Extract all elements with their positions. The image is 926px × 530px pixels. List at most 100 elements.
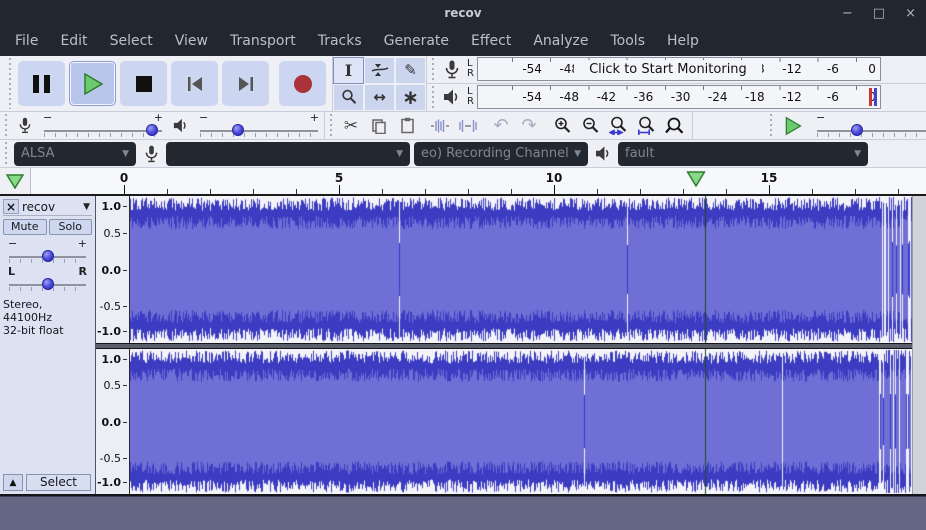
menu-item-select[interactable]: Select: [99, 29, 164, 53]
ruler-tick: [210, 189, 211, 194]
slider-min-label: −: [199, 113, 208, 123]
menu-item-file[interactable]: File: [4, 29, 49, 53]
playback-meter-scale: -54-48-42-36-30-24-18-12-60: [508, 90, 876, 104]
ruler-tick: [812, 189, 813, 194]
track-menu-arrow-icon[interactable]: ▼: [83, 202, 92, 212]
zoom-in-button[interactable]: [548, 114, 576, 138]
zoom-toggle-icon: [665, 117, 684, 135]
slider-thumb[interactable]: [146, 124, 158, 136]
fit-selection-button[interactable]: [604, 114, 632, 138]
meter-tick-label: -48: [545, 90, 579, 104]
timeline-ruler[interactable]: 051015: [31, 168, 926, 194]
transport-toolbar: [0, 56, 333, 111]
playback-volume-slider[interactable]: [198, 123, 320, 138]
toolbar-grip[interactable]: [2, 142, 10, 165]
scale-label: 1.0: [102, 200, 128, 213]
pan-slider[interactable]: [7, 277, 88, 292]
silence-audio-button[interactable]: [454, 114, 482, 138]
meter-tick-label: 0: [842, 62, 876, 76]
menu-item-tracks[interactable]: Tracks: [307, 29, 373, 53]
menu-item-tools[interactable]: Tools: [600, 29, 657, 53]
redo-button[interactable]: ↷: [515, 114, 543, 138]
draw-tool-icon: ✎: [404, 61, 417, 79]
fit-selection-icon: [609, 116, 627, 135]
meter-toolbars: LR -54-48-42-36-30-24-18-12-60 Click to …: [427, 56, 926, 111]
microphone-icon: [12, 117, 38, 134]
toolbar-grip[interactable]: [767, 114, 775, 137]
menu-item-view[interactable]: View: [164, 29, 219, 53]
playback-device-dropdown[interactable]: fault▼: [618, 142, 868, 166]
device-toolbar: ALSA▼ ▼ eo) Recording Channels▼ fault▼: [0, 140, 926, 167]
scale-label: -1.0: [97, 476, 127, 489]
toolbar-grip[interactable]: [2, 114, 10, 137]
toolbar-grip[interactable]: [429, 86, 437, 109]
select-button[interactable]: Select: [26, 474, 91, 491]
collapse-track-button[interactable]: ▲: [3, 474, 23, 491]
timeshift-tool-icon: ↔: [373, 88, 386, 106]
envelope-tool-button[interactable]: [364, 57, 395, 84]
monitoring-overlay-text[interactable]: Click to Start Monitoring: [574, 60, 762, 79]
menu-item-transport[interactable]: Transport: [219, 29, 307, 53]
selection-tool-button[interactable]: I: [333, 57, 364, 84]
minimize-button[interactable]: −: [842, 7, 853, 20]
playback-meter[interactable]: -54-48-42-36-30-24-18-12-60: [477, 85, 881, 109]
skip-to-end-button[interactable]: [222, 61, 269, 106]
menu-item-generate[interactable]: Generate: [373, 29, 460, 53]
zoom-tool-button[interactable]: [333, 84, 364, 111]
slider-max-label: +: [154, 113, 163, 123]
status-bar: [0, 496, 926, 530]
skip-to-start-button[interactable]: [171, 61, 218, 106]
play-button[interactable]: [69, 61, 116, 106]
mute-button[interactable]: Mute: [3, 219, 47, 235]
close-button[interactable]: ×: [905, 7, 916, 20]
zoom-toggle-button[interactable]: [660, 114, 688, 138]
track-name[interactable]: recov: [22, 200, 83, 214]
cut-button[interactable]: ✂: [337, 114, 365, 138]
pause-button[interactable]: [18, 61, 65, 106]
maximize-button[interactable]: □: [873, 7, 885, 20]
slider-thumb[interactable]: [42, 250, 54, 262]
scissors-icon: ✂: [344, 116, 358, 136]
timeshift-tool-button[interactable]: ↔: [364, 84, 395, 111]
scale-label: 0.5: [104, 227, 128, 240]
track-close-button[interactable]: ×: [3, 199, 19, 214]
play-at-speed-toolbar: −+: [693, 112, 926, 139]
play-at-speed-button[interactable]: [777, 114, 809, 138]
recording-volume-slider[interactable]: [42, 123, 164, 138]
meter-tick-label: -24: [694, 90, 728, 104]
playhead-marker-icon[interactable]: [686, 171, 705, 187]
pinned-playhead-button[interactable]: [0, 168, 31, 194]
zoom-out-button[interactable]: [576, 114, 604, 138]
toolbar-grip[interactable]: [327, 114, 335, 137]
vertical-scale-right[interactable]: 1.00.50.0-0.5-1.0: [96, 349, 130, 494]
waveform-right[interactable]: [130, 349, 912, 494]
menu-item-help[interactable]: Help: [656, 29, 710, 53]
slider-max-label: +: [310, 113, 319, 123]
stop-button[interactable]: [120, 61, 167, 106]
multi-tool-button[interactable]: ∗: [395, 84, 426, 111]
vertical-scrollbar[interactable]: [912, 196, 926, 494]
menu-item-analyze[interactable]: Analyze: [522, 29, 599, 53]
solo-button[interactable]: Solo: [49, 219, 93, 235]
waveform-left[interactable]: [130, 196, 912, 343]
draw-tool-button[interactable]: ✎: [395, 57, 426, 84]
audio-host-dropdown[interactable]: ALSA▼: [14, 142, 136, 166]
slider-thumb[interactable]: [42, 278, 54, 290]
speaker-icon: [590, 146, 616, 161]
gain-slider[interactable]: [7, 249, 88, 264]
paste-button[interactable]: [393, 114, 421, 138]
trim-audio-button[interactable]: [426, 114, 454, 138]
record-button[interactable]: [279, 61, 326, 106]
copy-button[interactable]: [365, 114, 393, 138]
menu-item-edit[interactable]: Edit: [49, 29, 98, 53]
menu-item-effect[interactable]: Effect: [460, 29, 522, 53]
play-speed-slider[interactable]: [815, 123, 926, 138]
recording-device-dropdown[interactable]: ▼: [166, 142, 410, 166]
toolbar-grip[interactable]: [6, 58, 14, 109]
vertical-scale-left[interactable]: 1.00.50.0-0.5-1.0: [96, 196, 130, 343]
undo-button[interactable]: ↶: [487, 114, 515, 138]
fit-project-button[interactable]: [632, 114, 660, 138]
toolbar-grip[interactable]: [429, 58, 437, 81]
recording-channels-dropdown[interactable]: eo) Recording Channels▼: [414, 142, 588, 166]
recording-meter[interactable]: -54-48-42-36-30-24-18-12-60 Click to Sta…: [477, 57, 881, 81]
